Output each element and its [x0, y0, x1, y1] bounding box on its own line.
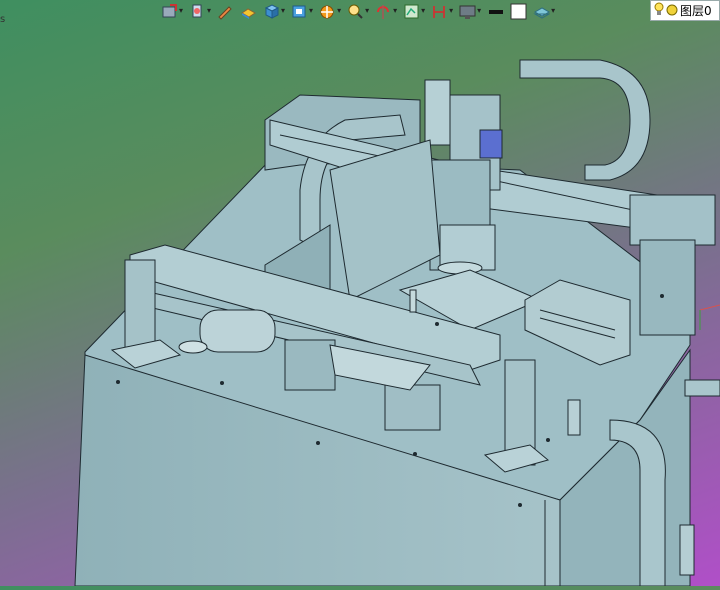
cable-chain-right	[519, 59, 651, 181]
line-color-button[interactable]	[486, 1, 505, 21]
z-axis-column	[424, 79, 451, 146]
motor-block-right	[629, 194, 716, 246]
hide-show-icon	[319, 3, 336, 20]
cube-view-button[interactable]: ▾	[262, 1, 286, 21]
lightbulb-icon	[654, 1, 664, 20]
display-style-button[interactable]	[239, 1, 258, 21]
rotate-icon	[375, 3, 392, 20]
chevron-down-icon: ▾	[309, 6, 314, 15]
sketch-icon	[403, 3, 420, 20]
view-orient-button[interactable]: ▾	[160, 1, 184, 21]
corner-mark: s	[0, 14, 6, 25]
dimension-icon	[431, 3, 448, 20]
chevron-down-icon: ▾	[421, 6, 426, 15]
cad-viewport[interactable]	[0, 0, 720, 587]
standard-views-button[interactable]: ▾	[290, 1, 314, 21]
background-color-icon	[510, 3, 527, 20]
chevron-down-icon: ▾	[207, 6, 212, 15]
front-motor	[199, 309, 276, 353]
chevron-down-icon: ▾	[179, 6, 184, 15]
line-color-icon	[487, 3, 504, 20]
standard-views-icon	[291, 3, 308, 20]
left-leg	[124, 259, 156, 356]
chevron-down-icon: ▾	[477, 6, 482, 15]
hide-show-button[interactable]: ▾	[318, 1, 342, 21]
chevron-down-icon: ▾	[393, 6, 398, 15]
monitor-button[interactable]: ▾	[458, 1, 482, 21]
layer-selector[interactable]: 图层0	[650, 0, 720, 21]
edit-appearance-button[interactable]	[216, 1, 235, 21]
section-view-button[interactable]: ▾	[188, 1, 212, 21]
dimension-button[interactable]: ▾	[430, 1, 454, 21]
cube-view-icon	[263, 3, 280, 20]
chevron-down-icon: ▾	[337, 6, 342, 15]
sketch-button[interactable]: ▾	[402, 1, 426, 21]
chevron-down-icon: ▾	[365, 6, 370, 15]
chevron-down-icon: ▾	[449, 6, 454, 15]
layer-button[interactable]: ▾	[532, 1, 556, 21]
edit-appearance-icon	[217, 3, 234, 20]
chevron-down-icon: ▾	[281, 6, 286, 15]
background-color-button[interactable]	[509, 1, 528, 21]
layer-icon	[533, 3, 551, 20]
lower-slide	[284, 339, 336, 391]
zoom-icon	[347, 3, 364, 20]
sun-icon	[666, 1, 678, 20]
zoom-button[interactable]: ▾	[346, 1, 370, 21]
view-orient-icon	[161, 3, 178, 20]
section-view-icon	[189, 3, 206, 20]
rotate-button[interactable]: ▾	[374, 1, 398, 21]
heads-up-toolbar: ▾ ▾ ▾ ▾ ▾ ▾ ▾ ▾ ▾ ▾ ▾	[160, 0, 720, 22]
chevron-down-icon: ▾	[551, 6, 556, 15]
layer-name: 图层0	[680, 4, 712, 18]
machine-3d-model[interactable]	[0, 0, 720, 587]
monitor-icon	[459, 3, 476, 20]
display-style-icon	[240, 3, 257, 20]
